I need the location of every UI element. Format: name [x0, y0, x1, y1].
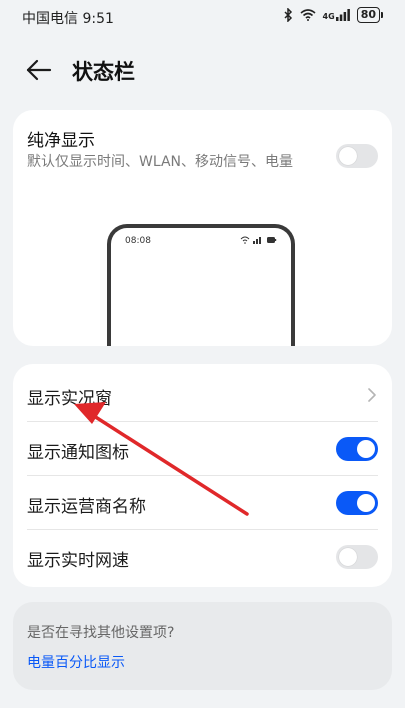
- pure-display-title: 纯净显示: [27, 131, 95, 151]
- search-suggestion-card: 是否在寻找其他设置项? 电量百分比显示: [13, 602, 392, 690]
- preview-wifi-icon: [240, 236, 250, 244]
- carrier-name-label: 显示运营商名称: [27, 497, 146, 517]
- bluetooth-icon: [284, 8, 292, 22]
- back-button[interactable]: [22, 56, 54, 84]
- toggle-knob: [339, 147, 357, 165]
- preview-battery-icon: [267, 237, 277, 243]
- notification-icons-toggle[interactable]: [336, 437, 378, 461]
- preview-status-icons: [240, 236, 277, 246]
- settings-list-card: 显示实况窗 显示通知图标 显示运营商名称 显示实时网速: [13, 364, 392, 587]
- status-bar: 中国电信 9:51 4G 80: [0, 0, 405, 34]
- chevron-right-icon: [368, 388, 376, 402]
- notification-icons-row: 显示通知图标: [13, 422, 392, 476]
- toggle-knob: [357, 494, 375, 512]
- pure-display-card: 纯净显示 默认仅显示时间、WLAN、移动信号、电量 08:08: [13, 110, 392, 346]
- pure-display-description: 默认仅显示时间、WLAN、移动信号、电量: [27, 154, 294, 170]
- pure-display-toggle[interactable]: [336, 144, 378, 168]
- carrier-time: 中国电信 9:51: [22, 11, 114, 27]
- carrier-name-toggle[interactable]: [336, 491, 378, 515]
- search-suggestion-question: 是否在寻找其他设置项?: [27, 625, 175, 641]
- wifi-icon: [300, 9, 316, 21]
- battery-icon: 80: [356, 7, 383, 23]
- live-window-row[interactable]: 显示实况窗: [13, 368, 392, 422]
- live-window-label: 显示实况窗: [27, 389, 112, 409]
- network-speed-toggle[interactable]: [336, 545, 378, 569]
- network-speed-row: 显示实时网速: [13, 530, 392, 584]
- notification-icons-label: 显示通知图标: [27, 443, 129, 463]
- status-icons: 4G 80: [284, 7, 383, 23]
- status-bar-preview: 08:08: [107, 224, 295, 346]
- network-type: 4G: [322, 12, 335, 21]
- battery-level: 80: [356, 7, 380, 23]
- toggle-knob: [339, 548, 357, 566]
- toggle-knob: [357, 440, 375, 458]
- cellular-signal-icon: 4G: [323, 9, 350, 21]
- page-header: 状态栏: [0, 48, 405, 92]
- back-arrow-icon: [26, 59, 52, 81]
- carrier-name-row: 显示运营商名称: [13, 476, 392, 530]
- network-speed-label: 显示实时网速: [27, 551, 129, 571]
- preview-time: 08:08: [125, 236, 151, 246]
- battery-percentage-link[interactable]: 电量百分比显示: [27, 652, 125, 672]
- preview-signal-icon: [253, 237, 262, 244]
- page-title: 状态栏: [72, 60, 135, 84]
